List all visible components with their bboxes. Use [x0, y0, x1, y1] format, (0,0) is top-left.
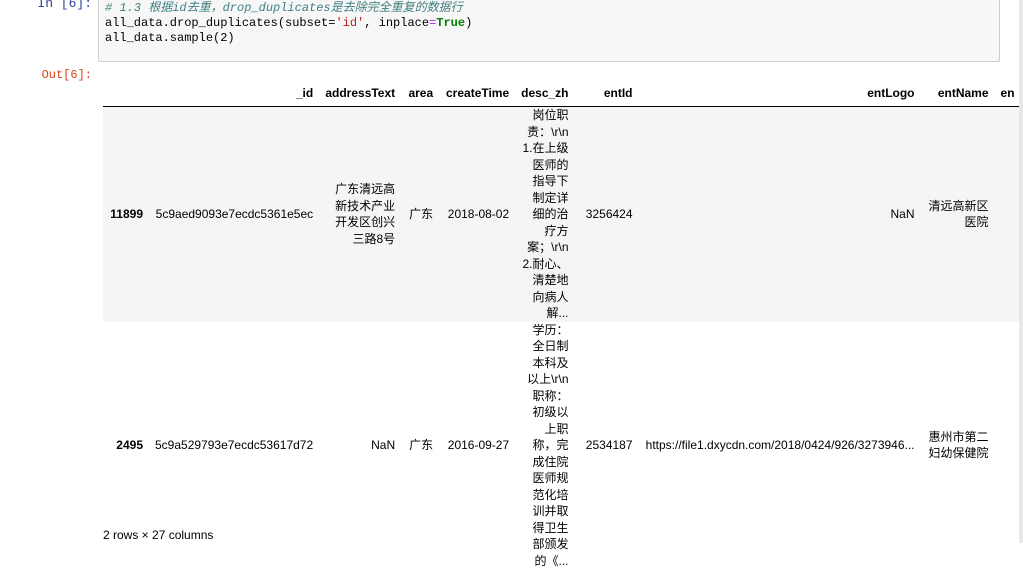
dataframe-shape-footer: 2 rows × 27 columns [103, 528, 213, 542]
table-cell [995, 322, 1021, 569]
table-cell: 5c9aed9093e7ecdc5361e5ec [149, 107, 319, 322]
table-cell: 广东 [401, 107, 439, 322]
table-header-row: _id addressText area createTime desc_zh … [103, 80, 1021, 107]
table-row: 11899 5c9aed9093e7ecdc5361e5ec 广东清远高新技术产… [103, 107, 1021, 322]
table-cell: 广东清远高新技术产业开发区创兴三路8号 [319, 107, 401, 322]
column-header-index [103, 80, 149, 107]
output-prompt: Out[6]: [0, 68, 92, 82]
table-cell [995, 107, 1021, 322]
column-header: en [995, 80, 1021, 107]
column-header: entLogo [639, 80, 921, 107]
column-header: desc_zh [515, 80, 574, 107]
column-header: addressText [319, 80, 401, 107]
column-header: area [401, 80, 439, 107]
table-cell: 广东 [401, 322, 439, 569]
code-line-drop-duplicates: all_data.drop_duplicates(subset='id', in… [105, 16, 993, 31]
row-index: 11899 [103, 107, 149, 322]
table-cell: 2016-09-27 [439, 322, 515, 569]
table-row: 2495 5c9a529793e7ecdc53617d72 NaN 广东 201… [103, 322, 1021, 569]
table-cell: https://file1.dxycdn.com/2018/0424/926/3… [639, 322, 921, 569]
input-prompt: In [6]: [0, 0, 92, 11]
table-cell: NaN [639, 107, 921, 322]
code-cell[interactable]: # 1.3 根据id去重，drop_duplicates是去除完全重复的数据行 … [98, 0, 1000, 62]
column-header: createTime [439, 80, 515, 107]
table-cell: 学历：全日制本科及以上\r\n职称：初级以上职称，完成住院医师规范化培训并取得卫… [515, 322, 574, 569]
column-header: entId [575, 80, 639, 107]
table-cell: NaN [319, 322, 401, 569]
table-cell: 岗位职责：\r\n1.在上级医师的指导下制定详细的治疗方案；\r\n2.耐心、清… [515, 107, 574, 322]
table-cell: 2534187 [575, 322, 639, 569]
code-line-sample: all_data.sample(2) [105, 31, 993, 46]
table-cell: 惠州市第二妇幼保健院 [921, 322, 995, 569]
table-cell: 清远高新区医院 [921, 107, 995, 322]
dataframe-table: _id addressText area createTime desc_zh … [103, 80, 1021, 569]
vertical-scrollbar[interactable] [1019, 0, 1023, 543]
table-cell: 2018-08-02 [439, 107, 515, 322]
code-comment-line: # 1.3 根据id去重，drop_duplicates是去除完全重复的数据行 [105, 1, 993, 16]
table-cell: 3256424 [575, 107, 639, 322]
column-header: entName [921, 80, 995, 107]
column-header: _id [149, 80, 319, 107]
